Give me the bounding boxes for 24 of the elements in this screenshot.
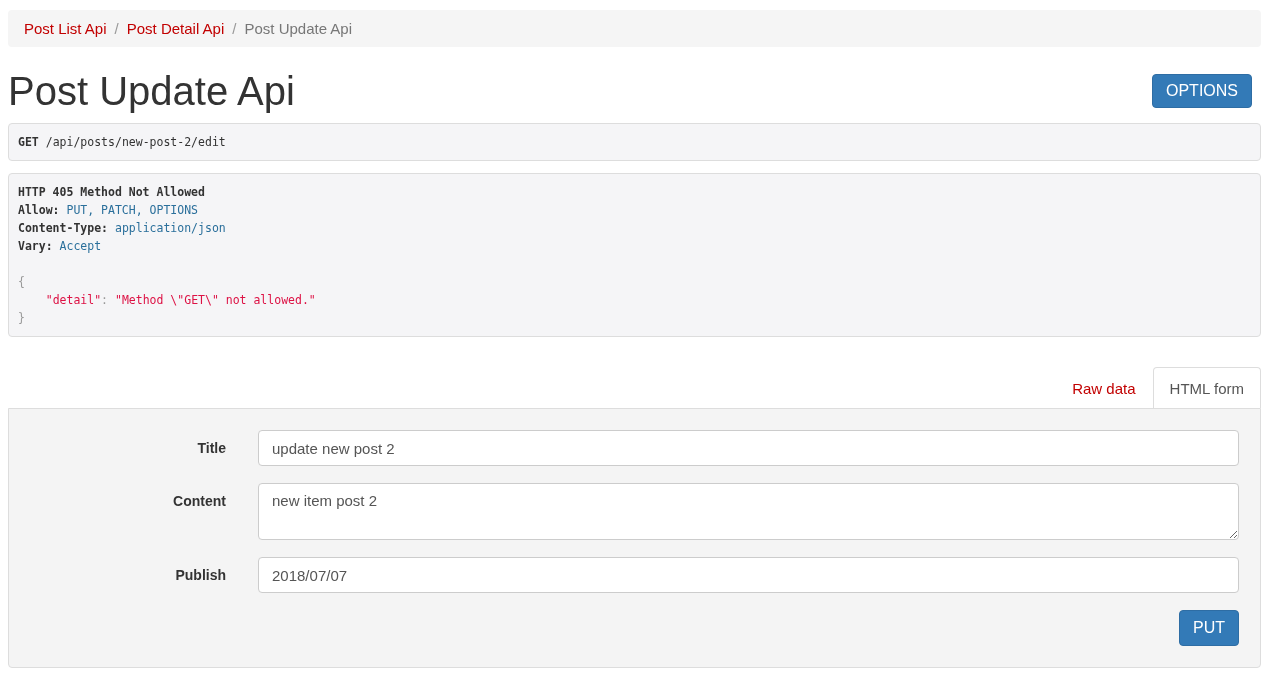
breadcrumb-link[interactable]: Post List Api xyxy=(24,20,107,37)
json-brace: { xyxy=(18,274,26,291)
put-button[interactable]: PUT xyxy=(1179,610,1239,646)
content-field[interactable]: new item post 2 xyxy=(258,483,1239,540)
options-button[interactable]: OPTIONS xyxy=(1152,74,1252,108)
text-field[interactable]: update new post 2 xyxy=(258,430,1239,466)
tab[interactable]: HTML form xyxy=(1152,367,1261,408)
request-line: GET /api/posts/new-post-2/edit xyxy=(18,134,227,151)
page-title: Post Update Api xyxy=(8,69,295,113)
response-header: Content-Type: application/json xyxy=(18,220,227,237)
response-header: Vary: Accept xyxy=(18,238,103,255)
breadcrumb-link[interactable]: Post Update Api xyxy=(244,20,353,37)
json-brace: } xyxy=(18,310,26,327)
json-property: "detail": "Method \"GET\" not allowed." xyxy=(44,292,317,309)
tab[interactable]: Raw data xyxy=(1055,367,1153,408)
field-label: Publish xyxy=(174,566,226,583)
response-header: Allow: PUT, PATCH, OPTIONS xyxy=(18,202,200,219)
breadcrumb-link[interactable]: Post Detail Api xyxy=(126,20,225,37)
response-status: HTTP 405 Method Not Allowed xyxy=(18,184,206,201)
text-field[interactable]: 2018/07/07 xyxy=(258,557,1239,593)
field-label: Title xyxy=(196,439,226,456)
breadcrumb-separator: / xyxy=(231,20,238,37)
breadcrumb-separator: / xyxy=(113,20,120,37)
field-label: Content xyxy=(172,492,226,509)
